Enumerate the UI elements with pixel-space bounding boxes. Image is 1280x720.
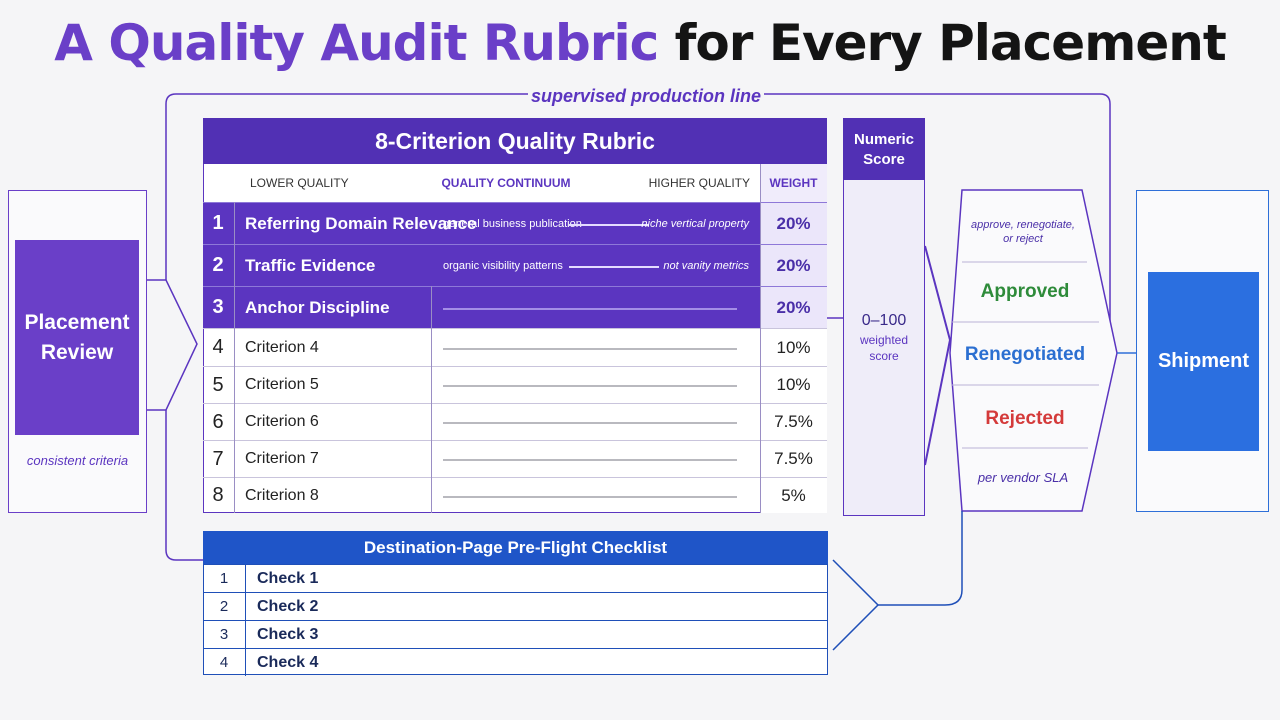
criterion-weight: 20%	[760, 287, 827, 328]
criterion-number: 5	[212, 373, 224, 396]
review-to-rubric-arrow	[147, 279, 198, 411]
score-to-decision-arrow	[924, 245, 952, 466]
criterion-weight: 10%	[760, 329, 827, 366]
criterion-weight: 7.5%	[760, 441, 827, 477]
criterion-name: Referring Domain Relevance	[245, 213, 477, 233]
criterion-weight: 7.5%	[760, 404, 827, 440]
criterion-number: 4	[212, 336, 224, 358]
continuum-line	[443, 385, 737, 387]
checklist-row: 2 Check 2	[203, 592, 828, 620]
rubric-row: 4 Criterion 4 10%	[203, 328, 827, 366]
numeric-score-subtitle: weighted score	[859, 333, 909, 363]
continuum-line	[443, 459, 737, 461]
review-to-checklist-line	[165, 410, 203, 561]
rubric-divider	[234, 202, 235, 513]
check-number: 2	[203, 593, 246, 620]
decision-footnote: per vendor SLA	[977, 470, 1069, 485]
page-title: A Quality Audit Rubric for Every Placeme…	[0, 14, 1280, 72]
criterion-name: Criterion 6	[245, 413, 319, 430]
criterion-name: Criterion 8	[245, 486, 319, 504]
continuum-line	[443, 495, 737, 498]
criterion-weight: 20%	[760, 245, 827, 286]
criterion-name: Anchor Discipline	[245, 297, 390, 317]
numeric-score-range: 0–100	[861, 312, 907, 329]
outcome-approved: Approved	[980, 281, 1070, 302]
quality-continuum-header: QUALITY CONTINUUM	[441, 176, 571, 190]
rubric-row: 5 Criterion 5 10%	[203, 366, 827, 403]
criterion-name: Criterion 4	[245, 338, 319, 356]
rubric-row: 7 Criterion 7 7.5%	[203, 440, 827, 477]
criterion-name: Criterion 5	[245, 376, 319, 393]
criterion-number: 1	[212, 212, 224, 234]
criterion-weight: 20%	[760, 203, 827, 244]
lower-quality-header: LOWER QUALITY	[250, 176, 349, 190]
continuum-high-label: niche vertical property	[641, 217, 749, 230]
weight-header: WEIGHT	[760, 164, 827, 202]
rubric-row: 1 Referring Domain Relevance general busin…	[203, 202, 827, 244]
criterion-number: 3	[212, 296, 224, 318]
check-number: 1	[203, 565, 246, 592]
checklist-row: 4 Check 4	[203, 648, 828, 676]
continuum-low-label: organic visibility patterns	[443, 259, 563, 272]
criterion-name: Traffic Evidence	[245, 255, 376, 275]
criterion-weight: 5%	[760, 478, 827, 513]
criterion-number: 7	[212, 447, 224, 470]
checklist-to-decision-arrow	[832, 559, 880, 651]
numeric-score-title: Numeric Score	[843, 118, 925, 180]
criterion-number: 6	[212, 410, 224, 433]
checklist-row: 1 Check 1	[203, 564, 828, 592]
criterion-weight: 10%	[760, 367, 827, 403]
continuum-line	[443, 307, 737, 310]
outcome-renegotiated: Renegotiated	[964, 344, 1086, 365]
outcome-rejected: Rejected	[985, 408, 1065, 429]
rubric-row: 6 Criterion 6 7.5%	[203, 403, 827, 440]
rubric-row: 8 Criterion 8 5%	[203, 477, 827, 513]
continuum-line	[443, 347, 737, 350]
check-number: 3	[203, 621, 246, 648]
check-label: Check 1	[257, 569, 319, 587]
check-number: 4	[203, 649, 246, 676]
title-highlight: A Quality Audit Rubric	[54, 14, 659, 72]
rubric-divider	[431, 286, 432, 513]
placement-review-block: Placement Review	[15, 240, 139, 435]
rubric-row: 2 Traffic Evidence organic visibility patt…	[203, 244, 827, 286]
check-label: Check 4	[257, 653, 319, 671]
criterion-number: 2	[212, 254, 224, 276]
checklist-to-decision-line	[878, 511, 963, 606]
check-label: Check 2	[257, 597, 319, 615]
rubric-row: 3 Anchor Discipline 20%	[203, 286, 827, 328]
placement-review-footnote: consistent criteria	[26, 453, 129, 468]
continuum-low-label: general business publication	[443, 217, 582, 230]
higher-quality-header: HIGHER QUALITY	[648, 176, 750, 190]
shipment-block: Shipment	[1148, 272, 1259, 451]
continuum-high-label: not vanity metrics	[663, 259, 749, 272]
criterion-name: Criterion 7	[245, 450, 319, 467]
title-rest: for Every Placement	[658, 14, 1227, 72]
rubric-divider	[760, 164, 761, 513]
continuum-line	[443, 422, 737, 424]
criterion-number: 8	[212, 484, 224, 506]
checklist-title: Destination-Page Pre-Flight Checklist	[203, 531, 828, 564]
checklist-row: 3 Check 3	[203, 620, 828, 648]
production-loop-label: supervised production line	[528, 86, 764, 107]
rubric-title: 8-Criterion Quality Rubric	[203, 118, 827, 164]
decision-note: approve, renegotiate, or reject	[971, 219, 1075, 245]
check-label: Check 3	[257, 625, 319, 643]
